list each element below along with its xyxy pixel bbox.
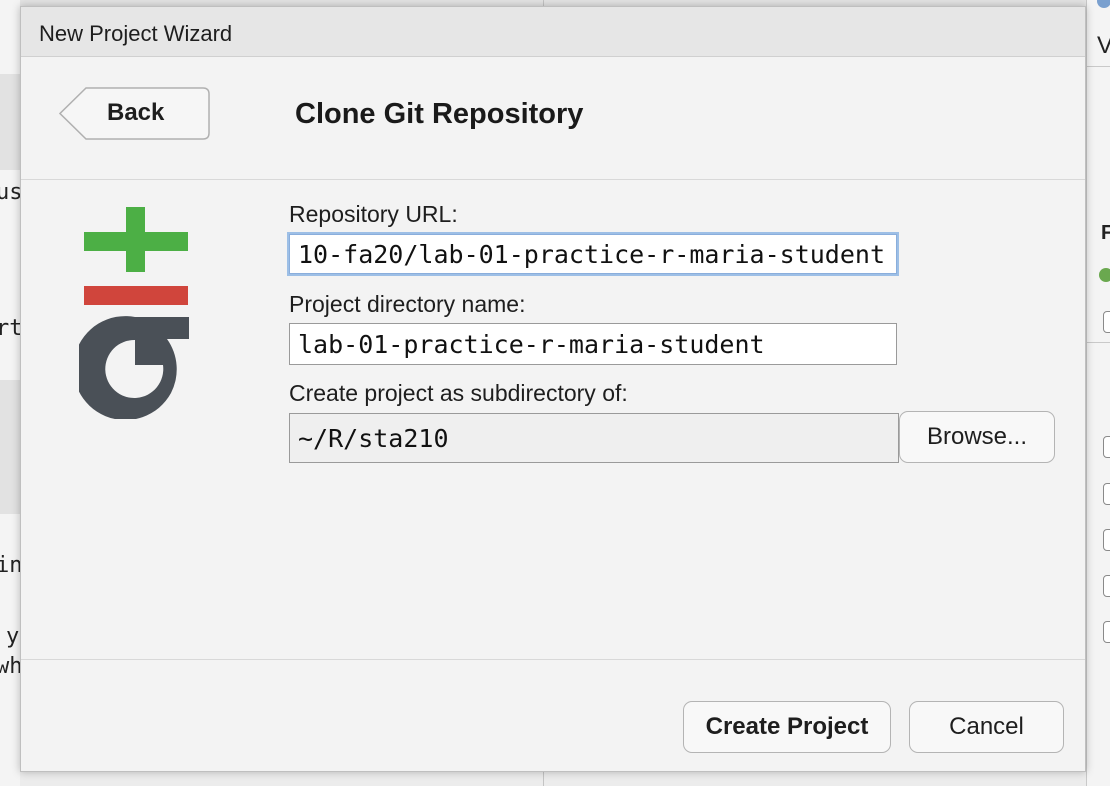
- repository-url-input[interactable]: [289, 234, 897, 274]
- background-checkbox: [1103, 621, 1110, 643]
- create-project-button[interactable]: Create Project: [683, 701, 891, 753]
- background-band: [0, 380, 20, 514]
- subdirectory-path-field[interactable]: [289, 413, 899, 463]
- background-checkbox: [1103, 575, 1110, 597]
- background-checkbox: [1103, 436, 1110, 458]
- repository-url-label: Repository URL:: [289, 201, 458, 227]
- background-checkbox: [1103, 311, 1110, 333]
- background-checkbox: [1103, 529, 1110, 551]
- footer-divider: [21, 659, 1085, 660]
- background-bottom-strip: [20, 772, 1086, 786]
- dialog-title: New Project Wizard: [39, 21, 233, 46]
- background-divider: [1087, 66, 1110, 67]
- project-directory-name-label: Project directory name:: [289, 291, 526, 317]
- background-icon: [1097, 0, 1110, 8]
- browse-button[interactable]: Browse...: [899, 411, 1055, 463]
- dialog-titlebar[interactable]: New Project Wizard: [21, 7, 1085, 57]
- background-text-fragment: V: [1097, 32, 1110, 59]
- subdirectory-label: Create project as subdirectory of:: [289, 380, 628, 406]
- background-right-pane: V F: [1086, 0, 1110, 786]
- background-divider: [543, 772, 544, 786]
- background-icon: [1099, 268, 1110, 282]
- cancel-button[interactable]: Cancel: [909, 701, 1064, 753]
- background-band: [0, 74, 20, 170]
- new-project-wizard-dialog: New Project Wizard Back Clone Git Reposi…: [20, 6, 1086, 772]
- background-text-fragment: y: [6, 624, 20, 649]
- project-directory-name-input[interactable]: [289, 323, 897, 365]
- back-button[interactable]: Back: [59, 87, 211, 140]
- background-checkbox: [1103, 483, 1110, 505]
- header-divider: [21, 179, 1085, 180]
- back-button-label: Back: [107, 99, 165, 126]
- background-text-fragment: F: [1101, 222, 1110, 244]
- page-heading: Clone Git Repository: [295, 98, 584, 130]
- git-logo-icon: [79, 207, 189, 419]
- background-divider: [1087, 342, 1110, 343]
